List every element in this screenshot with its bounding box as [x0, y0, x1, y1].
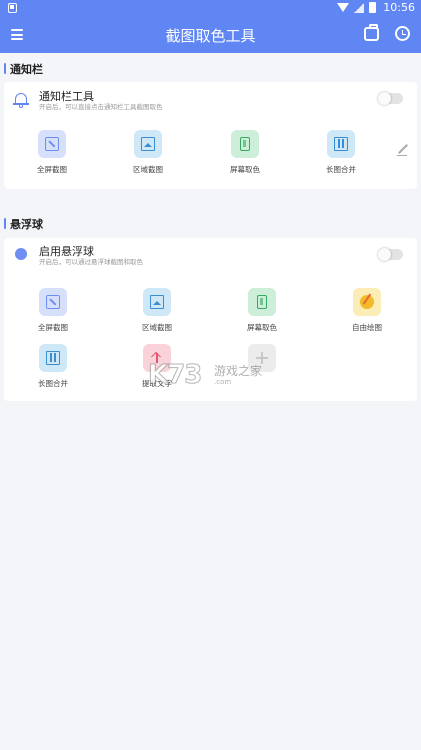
- tool-label: 全屏截图: [38, 323, 68, 332]
- watermark-logo: K73: [147, 360, 202, 391]
- long-image-merge-icon: [46, 351, 60, 365]
- notification-tool-toggle[interactable]: [378, 92, 403, 105]
- float-tool-free-drawing[interactable]: 自由绘图: [332, 288, 402, 334]
- edit-pencil-icon[interactable]: [397, 144, 409, 156]
- area-screenshot-icon: [141, 137, 155, 151]
- fullscreen-screenshot-icon: [46, 295, 60, 309]
- area-screenshot-icon: [150, 295, 164, 309]
- fullscreen-screenshot-icon: [45, 137, 59, 151]
- bell-icon: [13, 92, 29, 108]
- float-tool-area-screenshot[interactable]: 区域截图: [122, 288, 192, 334]
- tool-long-image-merge[interactable]: 长图合并: [306, 130, 376, 176]
- floating-ball-toggle[interactable]: [378, 248, 403, 261]
- status-time: 10:56: [383, 1, 415, 14]
- status-icons: 10:56: [337, 1, 415, 14]
- tool-fullscreen-screenshot[interactable]: 全屏截图: [17, 130, 87, 176]
- floating-ball-icon: [15, 248, 27, 260]
- section-title-notification: 通知栏: [0, 61, 43, 77]
- watermark-text: 游戏之家: [214, 364, 263, 378]
- tool-label: 屏幕取色: [230, 165, 260, 174]
- free-drawing-icon: [360, 295, 374, 309]
- tool-area-screenshot[interactable]: 区域截图: [113, 130, 183, 176]
- float-tool-fullscreen-screenshot[interactable]: 全屏截图: [18, 288, 88, 334]
- tool-label: 长图合并: [326, 165, 356, 174]
- page-title: 截图取色工具: [165, 27, 256, 45]
- notification-card: 通知栏工具 开启后，可以直接点击通知栏工具截图取色 全屏截图 区域截图 屏幕取色…: [4, 82, 417, 189]
- status-bar: 10:56: [0, 0, 421, 17]
- long-image-merge-icon: [334, 137, 348, 151]
- section-title-floating-ball: 悬浮球: [0, 216, 43, 232]
- screen-color-picker-icon: [257, 295, 267, 309]
- wifi-icon: [337, 3, 350, 12]
- float-tool-long-image-merge[interactable]: 长图合并: [18, 344, 88, 390]
- screen-color-picker-icon: [240, 137, 250, 151]
- tool-label: 长图合并: [38, 379, 68, 388]
- toolbox-icon[interactable]: [364, 24, 379, 41]
- notification-app-icon: [8, 3, 17, 13]
- tool-label: 全屏截图: [37, 165, 67, 174]
- app-bar: 截图取色工具: [0, 17, 421, 53]
- notification-tool-subtitle: 开启后，可以直接点击通知栏工具截图取色: [39, 103, 163, 111]
- tool-label: 区域截图: [133, 165, 163, 174]
- float-tool-screen-color-picker[interactable]: 屏幕取色: [227, 288, 297, 334]
- watermark-url: .com: [214, 378, 232, 386]
- watermark: K73 游戏之家 .com: [147, 360, 278, 392]
- battery-icon: [369, 2, 377, 13]
- tool-label: 自由绘图: [352, 323, 382, 332]
- tool-screen-color-picker[interactable]: 屏幕取色: [210, 130, 280, 176]
- history-clock-icon[interactable]: [395, 26, 410, 41]
- tool-label: 屏幕取色: [247, 323, 277, 332]
- floating-ball-subtitle: 开启后，可以通过悬浮球截图和取色: [39, 258, 143, 266]
- signal-icon: [354, 2, 365, 13]
- tool-label: 区域截图: [142, 323, 172, 332]
